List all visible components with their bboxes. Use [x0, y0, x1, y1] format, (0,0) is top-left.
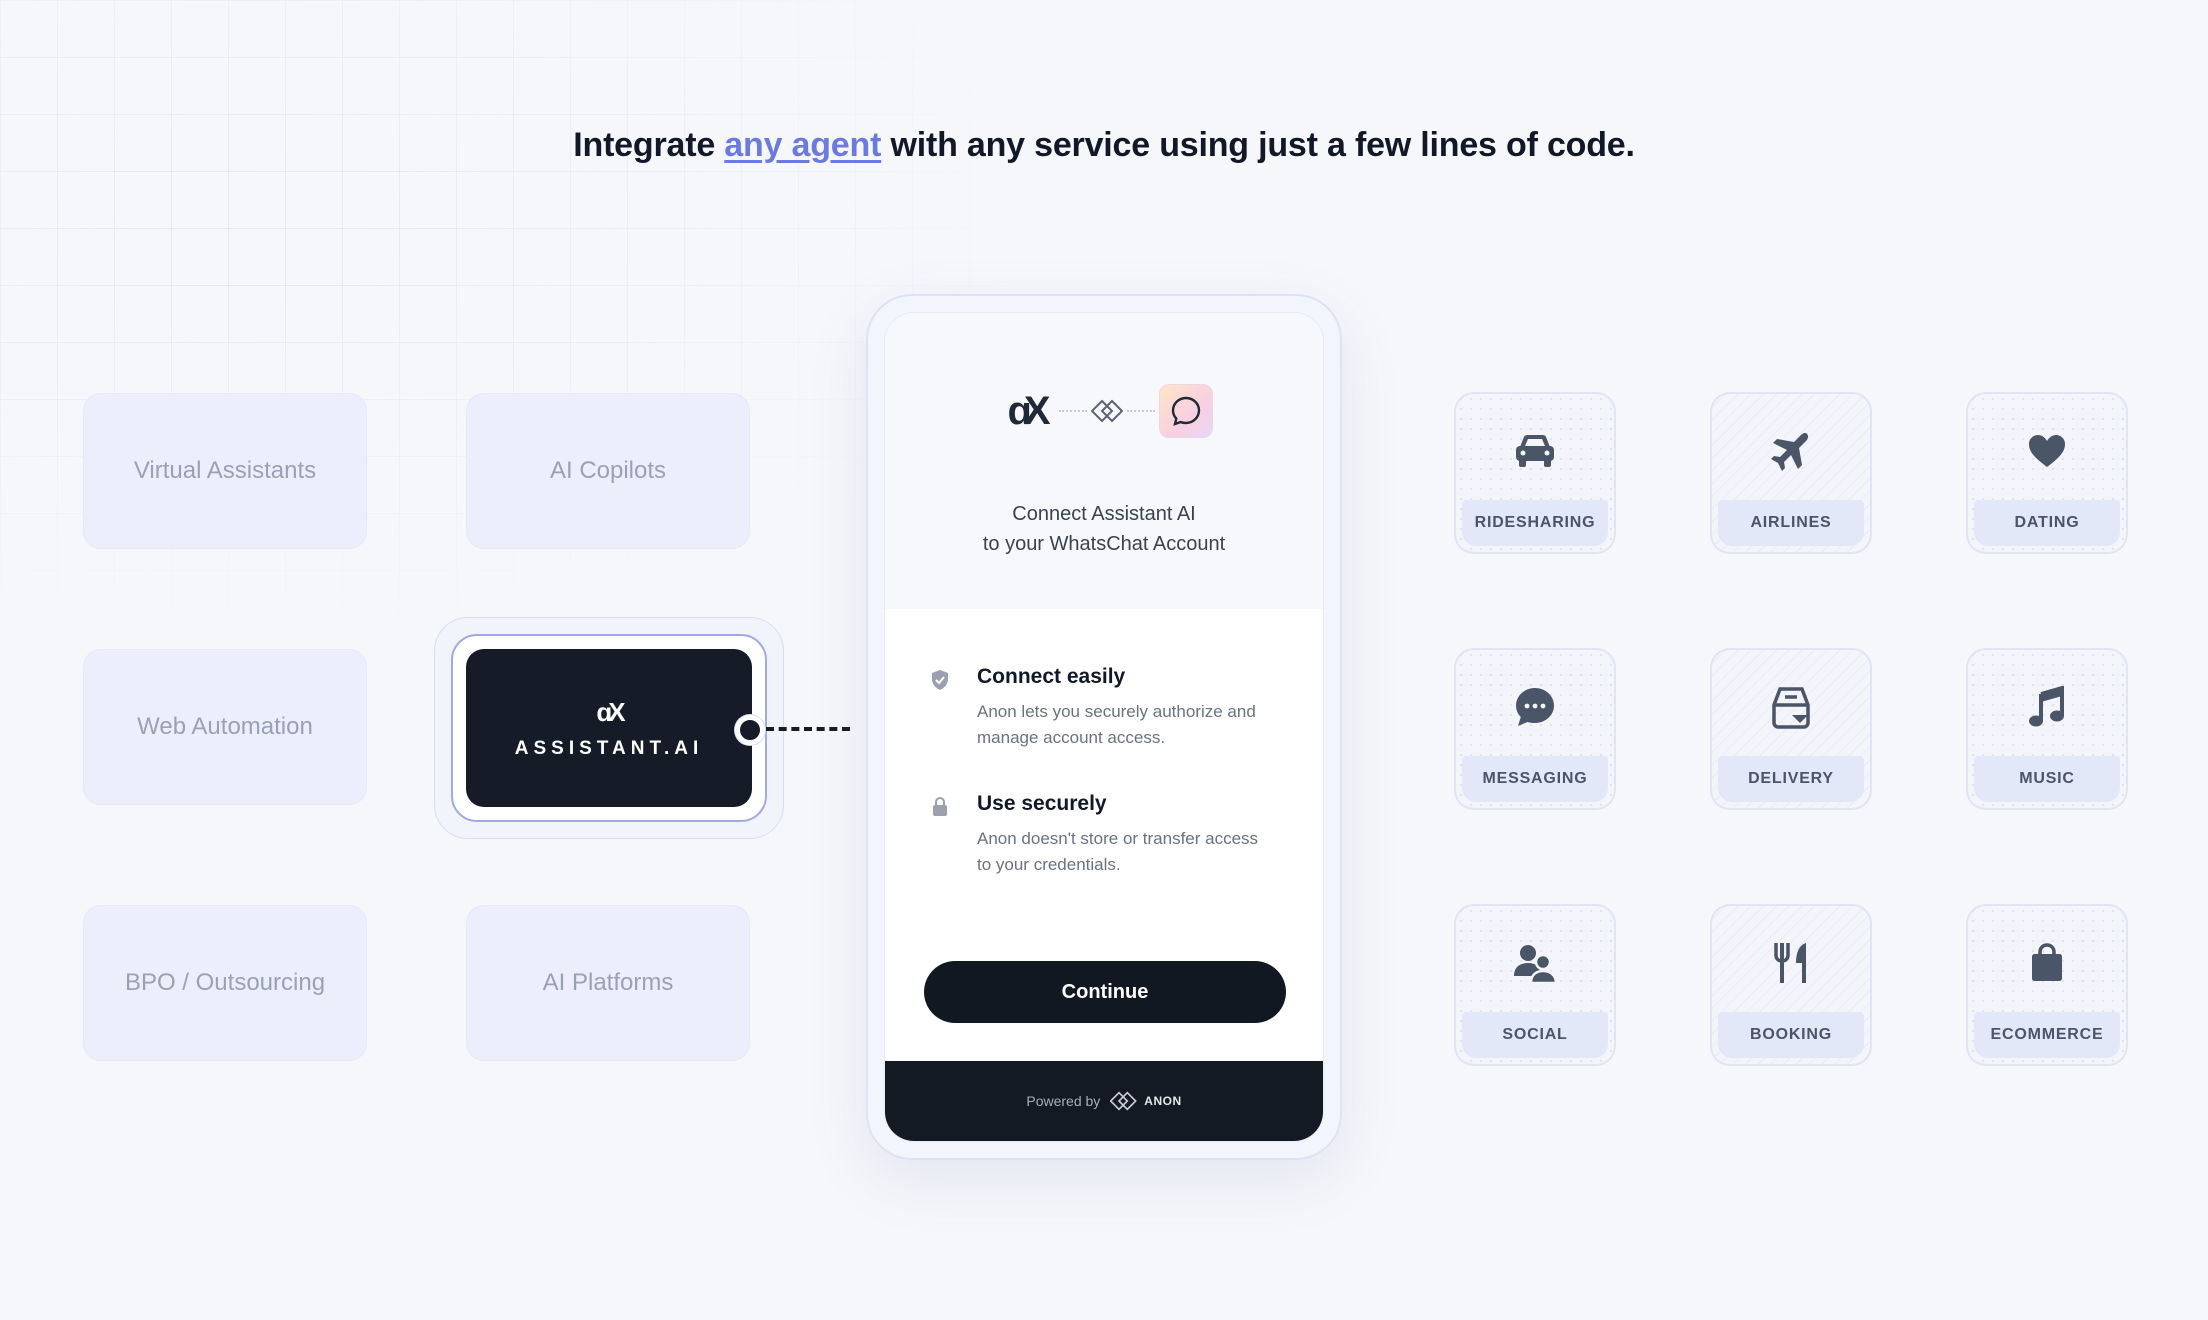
agent-tile-bpo-outsourcing[interactable]: BPO / Outsourcing [83, 905, 367, 1061]
car-icon [1516, 435, 1554, 467]
service-label: DELIVERY [1718, 756, 1864, 802]
users-icon [1514, 945, 1558, 984]
feature-use-securely: Use securely Anon doesn't store or trans… [929, 792, 1293, 878]
page-headline: Integrate any agent with any service usi… [0, 126, 2208, 165]
whatschat-logo-icon [1159, 384, 1213, 438]
fork-knife-icon [1774, 943, 1806, 983]
phone-screen: ɑX Connect Assistant AI to your WhatsCha… [884, 312, 1324, 1142]
service-tile-dating[interactable]: DATING [1966, 392, 2128, 554]
feature-title: Connect easily [977, 665, 1126, 688]
dotted-link [1059, 410, 1087, 412]
connection-logos: ɑX [885, 383, 1323, 439]
music-note-icon [2029, 686, 2064, 727]
agent-tile-label: AI Copilots [549, 457, 667, 484]
agent-tile-label: BPO / Outsourcing [124, 969, 326, 996]
chat-bubble-icon [1516, 688, 1554, 726]
headline-text-start: Integrate [573, 126, 725, 164]
service-label: RIDESHARING [1462, 500, 1608, 546]
service-tile-delivery[interactable]: DELIVERY [1710, 648, 1872, 810]
assistant-ai-card[interactable]: ɑX ASSISTANT.AI [466, 649, 752, 807]
airplane-icon [1771, 432, 1809, 471]
agent-tile-virtual-assistants[interactable]: Virtual Assistants [83, 393, 367, 549]
service-tile-music[interactable]: MUSIC [1966, 648, 2128, 810]
anon-brand-text: ANON [1144, 1094, 1182, 1108]
any-agent-link[interactable]: any agent [724, 126, 881, 164]
shield-check-icon [932, 670, 948, 690]
service-tile-booking[interactable]: BOOKING [1710, 904, 1872, 1066]
agent-tile-label: Virtual Assistants [133, 457, 317, 484]
agent-tile-web-automation[interactable]: Web Automation [83, 649, 367, 805]
service-tile-airlines[interactable]: AIRLINES [1710, 392, 1872, 554]
powered-by-text: Powered by [1026, 1093, 1101, 1109]
connector-line [766, 727, 850, 731]
service-tile-ridesharing[interactable]: RIDESHARING [1454, 392, 1616, 554]
agent-tile-ai-platforms[interactable]: AI Platforms [466, 905, 750, 1061]
service-label: AIRLINES [1718, 500, 1864, 546]
agent-tile-ai-copilots[interactable]: AI Copilots [466, 393, 750, 549]
service-label: MUSIC [1974, 756, 2120, 802]
service-label: ECOMMERCE [1974, 1012, 2120, 1058]
service-tile-ecommerce[interactable]: ECOMMERCE [1966, 904, 2128, 1066]
connector-node [735, 715, 765, 745]
service-tile-messaging[interactable]: MESSAGING [1454, 648, 1616, 810]
anon-brand[interactable]: ANON [1110, 1091, 1181, 1111]
connect-title-line1: Connect Assistant AI [1012, 503, 1196, 525]
heart-icon [2029, 435, 2065, 467]
assistant-name: ASSISTANT.AI [514, 737, 704, 759]
shopping-bag-icon [2032, 943, 2062, 981]
feature-title: Use securely [977, 792, 1107, 815]
agent-tile-label: AI Platforms [542, 969, 674, 996]
service-label: MESSAGING [1462, 756, 1608, 802]
anon-logo-icon [1110, 1091, 1138, 1111]
service-label: DATING [1974, 500, 2120, 546]
service-label: SOCIAL [1462, 1012, 1608, 1058]
feature-description: Anon doesn't store or transfer access to… [977, 829, 1259, 874]
connect-title-line2: to your WhatsChat Account [982, 533, 1226, 555]
powered-by-footer: Powered by ANON [885, 1061, 1323, 1141]
assistant-ai-logo-icon: ɑX [1007, 388, 1050, 433]
headline-text-end: with any service using just a few lines … [881, 126, 1635, 164]
connect-title: Connect Assistant AI to your WhatsChat A… [885, 499, 1323, 559]
lock-icon [933, 796, 947, 816]
service-label: BOOKING [1718, 1012, 1864, 1058]
dotted-link [1127, 410, 1155, 412]
assistant-logo: ɑX [596, 696, 625, 727]
agent-tile-label: Web Automation [137, 713, 313, 740]
continue-button[interactable]: Continue [924, 961, 1286, 1023]
feature-description: Anon lets you securely authorize and man… [977, 702, 1256, 747]
phone-header: ɑX Connect Assistant AI to your WhatsCha… [885, 313, 1323, 609]
anon-link-icon [1091, 399, 1123, 423]
service-tile-social[interactable]: SOCIAL [1454, 904, 1616, 1066]
feature-connect-easily: Connect easily Anon lets you securely au… [929, 665, 1293, 751]
delivery-bag-icon [1772, 687, 1810, 729]
